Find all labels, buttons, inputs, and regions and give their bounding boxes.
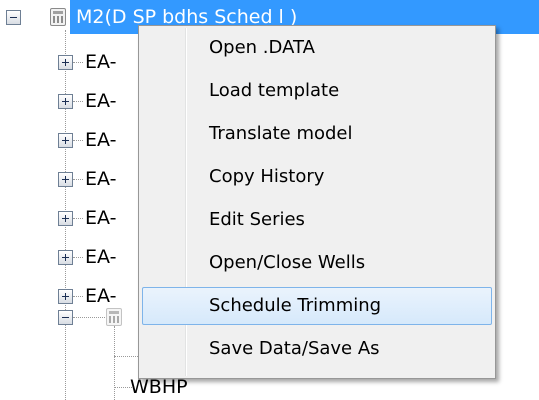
menu-item-save-data-save-as[interactable]: Save Data/Save As — [142, 330, 492, 368]
tree-connector-line — [73, 140, 83, 141]
menu-item-label: Open/Close Wells — [209, 252, 366, 273]
tree-connector-line — [73, 257, 83, 258]
expand-icon[interactable] — [58, 250, 73, 265]
tree-item-label[interactable]: EA- — [85, 45, 116, 79]
tree-connector-line — [73, 101, 83, 102]
menu-item-open-data[interactable]: Open .DATA — [142, 29, 492, 67]
menu-item-label: Schedule Trimming — [209, 295, 382, 316]
tree-item[interactable] — [0, 300, 140, 334]
menu-item-label: Load template — [209, 80, 340, 101]
tree-item[interactable]: EA- — [0, 201, 140, 235]
expand-icon[interactable] — [58, 172, 73, 187]
tree-connector-line — [73, 62, 83, 63]
tree-item-label[interactable]: EA- — [85, 201, 116, 235]
menu-item-label: Save Data/Save As — [209, 338, 380, 359]
tree-item-label[interactable]: EA- — [85, 123, 116, 157]
menu-item-load-template[interactable]: Load template — [142, 72, 492, 110]
model-icon — [50, 8, 66, 26]
expand-icon[interactable] — [58, 55, 73, 70]
tree-item[interactable]: EA- — [0, 162, 140, 196]
tree-item[interactable]: EA- — [0, 45, 140, 79]
menu-item-label: Open .DATA — [209, 37, 315, 58]
menu-item-label: Translate model — [209, 123, 353, 144]
tree-item[interactable]: EA- — [0, 84, 140, 118]
expand-icon[interactable] — [58, 133, 73, 148]
menu-item-copy-history[interactable]: Copy History — [142, 158, 492, 196]
collapse-icon[interactable] — [58, 310, 73, 325]
menu-item-edit-series[interactable]: Edit Series — [142, 201, 492, 239]
schedule-icon — [106, 308, 122, 326]
tree-item-label[interactable]: EA- — [85, 240, 116, 274]
tree-item[interactable]: EA- — [0, 240, 140, 274]
tree-item-label[interactable]: EA- — [85, 162, 116, 196]
menu-item-open-close-wells[interactable]: Open/Close Wells — [142, 244, 492, 282]
tree-connector-line — [73, 179, 83, 180]
menu-item-label: Copy History — [209, 166, 325, 187]
menu-item-schedule-trimming[interactable]: Schedule Trimming — [142, 287, 492, 325]
expand-icon[interactable] — [58, 94, 73, 109]
context-menu[interactable]: Open .DATA Load template Translate model… — [138, 25, 496, 379]
menu-item-label: Edit Series — [209, 209, 305, 230]
tree-item-label[interactable]: EA- — [85, 84, 116, 118]
tree-item[interactable]: EA- — [0, 123, 140, 157]
expand-icon[interactable] — [58, 211, 73, 226]
tree-connector-line — [73, 296, 83, 297]
tree-connector-line — [114, 356, 138, 357]
tree-connector-line — [73, 317, 105, 318]
menu-item-translate-model[interactable]: Translate model — [142, 115, 492, 153]
tree-connector-line — [73, 218, 83, 219]
collapse-icon[interactable] — [6, 10, 21, 25]
